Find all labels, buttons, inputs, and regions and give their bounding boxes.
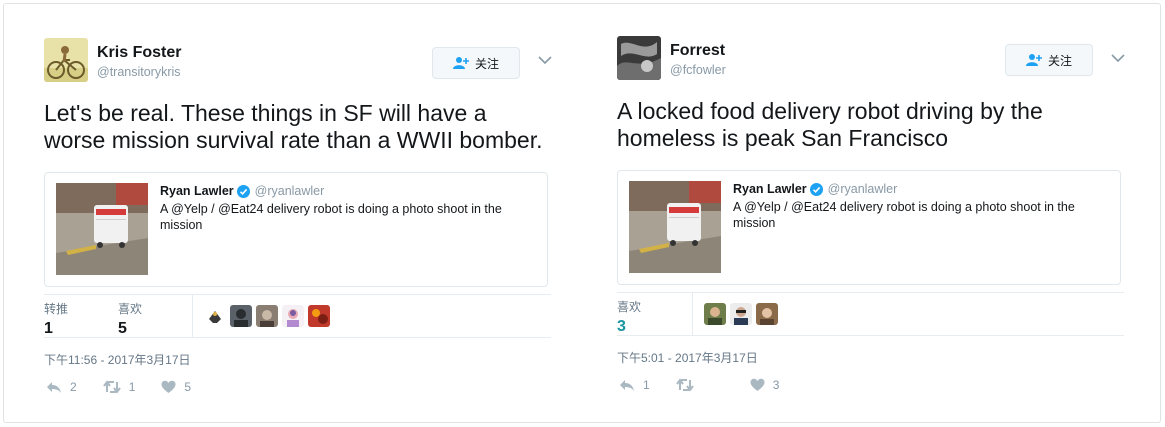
avatar[interactable] (617, 36, 661, 80)
quoted-name: Ryan Lawler (733, 182, 807, 196)
heart-icon (161, 380, 176, 393)
liker-avatar[interactable] (204, 305, 226, 327)
display-name[interactable]: Forrest (670, 42, 725, 60)
retweet-count-stat[interactable]: 转推 1 (44, 300, 68, 338)
timestamp[interactable]: 下午11:56 - 2017年3月17日 (44, 351, 191, 368)
heart-icon (750, 378, 765, 391)
liker-avatar[interactable] (308, 305, 330, 327)
stat-value: 1 (44, 320, 53, 337)
tweet-page-frame: Kris Foster @transitorykris 关注 Let's be … (3, 3, 1161, 423)
stat-value: 5 (118, 320, 127, 337)
quoted-author: Ryan Lawler @ryanlawler (160, 184, 324, 198)
like-count: 5 (184, 380, 192, 394)
like-button[interactable]: 3 (750, 378, 780, 392)
display-name[interactable]: Kris Foster (97, 44, 181, 62)
stat-label: 喜欢 (617, 300, 642, 314)
quoted-tweet-image (629, 181, 721, 273)
tweet-kris-foster: Kris Foster @transitorykris 关注 Let's be … (44, 4, 552, 424)
reply-icon (620, 380, 634, 391)
timestamp[interactable]: 下午5:01 - 2017年3月17日 (617, 349, 758, 366)
quoted-tweet-image (56, 183, 148, 275)
retweet-button[interactable]: 1 (102, 380, 136, 394)
liker-avatar[interactable] (256, 305, 278, 327)
chevron-down-icon[interactable] (1110, 50, 1126, 66)
verified-badge-icon (236, 184, 250, 198)
like-count: 3 (772, 378, 780, 392)
follow-label: 关注 (474, 56, 499, 71)
liker-avatar[interactable] (704, 303, 726, 325)
tweet-text: A locked food delivery robot driving by … (617, 98, 1043, 151)
quoted-text: A @Yelp / @Eat24 delivery robot is doing… (733, 200, 1075, 230)
like-count-stat[interactable]: 喜欢 3 (617, 298, 641, 336)
likers-avatars (204, 305, 330, 327)
reply-icon (47, 382, 61, 393)
avatar[interactable] (44, 38, 88, 82)
retweet-button[interactable] (675, 378, 702, 392)
divider (44, 294, 551, 295)
divider (44, 337, 551, 338)
quoted-text: A @Yelp / @Eat24 delivery robot is doing… (160, 202, 502, 232)
liker-avatar[interactable] (756, 303, 778, 325)
like-count-stat[interactable]: 喜欢 5 (118, 300, 142, 338)
follow-button[interactable]: 关注 (1005, 44, 1093, 76)
retweet-icon (675, 378, 694, 392)
add-user-icon (452, 57, 469, 69)
follow-label: 关注 (1047, 53, 1072, 68)
reply-count: 2 (70, 380, 77, 394)
reply-count: 1 (643, 378, 650, 392)
liker-avatar[interactable] (230, 305, 252, 327)
liker-avatar[interactable] (282, 305, 304, 327)
tweet-actions: 2 1 5 (46, 380, 217, 394)
divider (617, 292, 1124, 293)
follow-button[interactable]: 关注 (432, 47, 520, 79)
retweet-count: 1 (128, 380, 136, 394)
divider (617, 335, 1124, 336)
like-button[interactable]: 5 (161, 380, 191, 394)
likers-avatars (704, 303, 778, 325)
stat-label: 喜欢 (118, 302, 143, 316)
stat-value: 3 (617, 318, 626, 335)
tweet-text: Let's be real. These things in SF will h… (44, 100, 543, 153)
quoted-tweet[interactable]: Ryan Lawler @ryanlawler A @Yelp / @Eat24… (44, 172, 548, 287)
quoted-handle: @ryanlawler (827, 182, 898, 196)
username[interactable]: @transitorykris (97, 65, 181, 79)
tweet-forrest: Forrest @fcfowler 关注 A locked food deliv… (617, 4, 1125, 424)
tweet-actions: 1 3 (619, 378, 805, 392)
divider (192, 295, 193, 337)
quoted-name: Ryan Lawler (160, 184, 234, 198)
quoted-tweet[interactable]: Ryan Lawler @ryanlawler A @Yelp / @Eat24… (617, 170, 1121, 285)
username[interactable]: @fcfowler (670, 63, 726, 77)
quoted-author: Ryan Lawler @ryanlawler (733, 182, 897, 196)
divider (692, 293, 693, 335)
retweet-icon (102, 380, 121, 394)
liker-avatar[interactable] (730, 303, 752, 325)
stat-label: 转推 (44, 302, 69, 316)
add-user-icon (1025, 54, 1042, 66)
quoted-handle: @ryanlawler (254, 184, 325, 198)
reply-button[interactable]: 1 (619, 378, 650, 392)
chevron-down-icon[interactable] (537, 52, 553, 68)
reply-button[interactable]: 2 (46, 380, 77, 394)
verified-badge-icon (809, 182, 823, 196)
